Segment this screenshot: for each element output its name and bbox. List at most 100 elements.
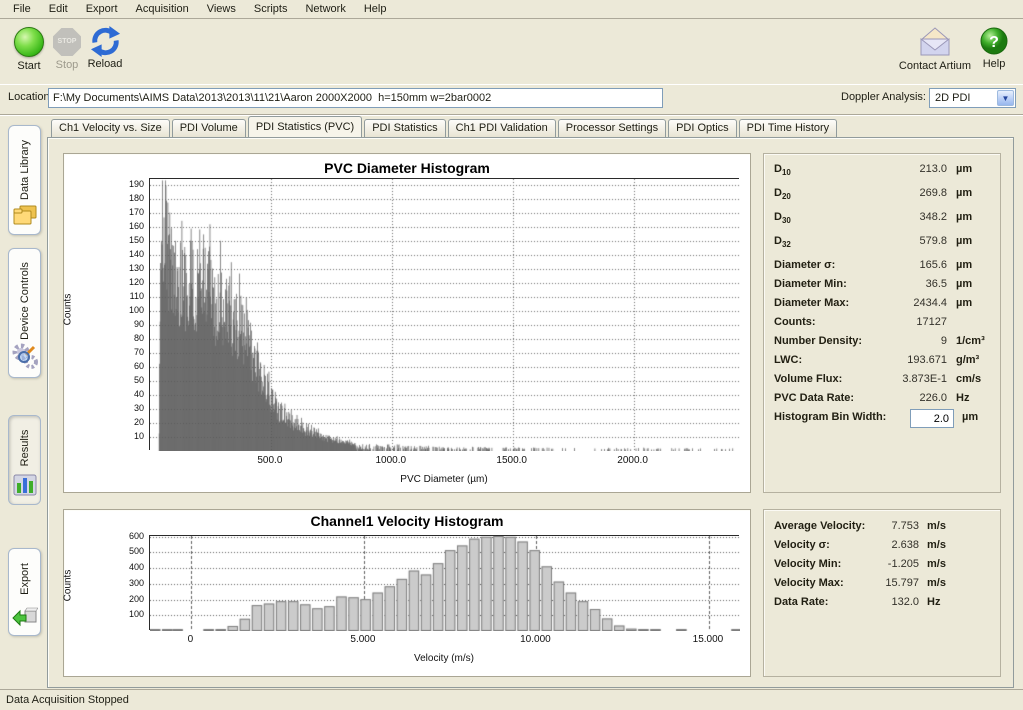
- gears-magnifier-icon: [12, 343, 38, 372]
- sidebar-item-export[interactable]: Export: [8, 548, 41, 636]
- stat-label: PVC Data Rate:: [774, 392, 854, 404]
- pvc-histogram-canvas: [150, 179, 740, 451]
- tab-ch1-velocity-vs-size[interactable]: Ch1 Velocity vs. Size: [51, 119, 170, 137]
- pvc-xtick-label: 2000.0: [608, 455, 658, 466]
- stop-label: Stop: [49, 59, 85, 71]
- stat-row: Velocity Min:-1.205m/s: [764, 556, 1000, 575]
- stat-value: 2434.4: [854, 297, 947, 309]
- velocity-ytick-label: 200: [114, 594, 144, 604]
- pvc-ytick-label: 20: [114, 417, 144, 427]
- stop-icon: STOP: [53, 28, 81, 56]
- menu-edit[interactable]: Edit: [40, 1, 77, 17]
- pvc-chart-title: PVC Diameter Histogram: [64, 160, 750, 176]
- stat-row: D10213.0µm: [764, 161, 1000, 185]
- pvc-ytick-label: 60: [114, 361, 144, 371]
- velocity-xtick-label: 5.000: [338, 634, 388, 645]
- tab-pdi-optics[interactable]: PDI Optics: [668, 119, 737, 137]
- sidebar-item-label: Device Controls: [19, 262, 31, 340]
- stat-value: 579.8: [854, 235, 947, 247]
- stat-label: Counts:: [774, 316, 816, 328]
- menu-acquisition[interactable]: Acquisition: [127, 1, 198, 17]
- stat-label: Diameter σ:: [774, 259, 835, 271]
- stat-label: Volume Flux:: [774, 373, 842, 385]
- doppler-analysis-select[interactable]: 2D PDI ▼: [929, 88, 1016, 108]
- pvc-ytick-label: 190: [114, 179, 144, 189]
- stat-value: 36.5: [854, 278, 947, 290]
- velocity-chart-title: Channel1 Velocity Histogram: [64, 513, 750, 529]
- sidebar-item-data-library[interactable]: Data Library: [8, 125, 41, 235]
- stat-row: D20269.8µm: [764, 185, 1000, 209]
- menu-help[interactable]: Help: [355, 1, 396, 17]
- stat-value: 193.671: [854, 354, 947, 366]
- stop-button[interactable]: STOP Stop: [49, 27, 85, 71]
- pvc-ytick-label: 50: [114, 375, 144, 385]
- histogram-bin-width-input[interactable]: [910, 409, 954, 428]
- sidebar-item-results[interactable]: Results: [8, 415, 41, 505]
- diameter-stats-panel: D10213.0µmD20269.8µmD30348.2µmD32579.8µm…: [763, 153, 1001, 493]
- pvc-xtick-label: 1500.0: [487, 455, 537, 466]
- pvc-plot-area: [149, 178, 739, 450]
- pvc-ytick-label: 150: [114, 235, 144, 245]
- toolbar: Start STOP Stop Reload: [0, 20, 1023, 82]
- stat-row: Velocity Max:15.797m/s: [764, 575, 1000, 594]
- svg-text:?: ?: [989, 34, 999, 51]
- stat-label: Velocity Max:: [774, 577, 844, 589]
- menu-scripts[interactable]: Scripts: [245, 1, 297, 17]
- velocity-histogram-panel: Channel1 Velocity Histogram Counts 10020…: [63, 509, 751, 677]
- velocity-plot-area: [149, 535, 739, 630]
- menu-export[interactable]: Export: [77, 1, 127, 17]
- stat-row: Diameter Min:36.5µm: [764, 276, 1000, 295]
- menu-bar: File Edit Export Acquisition Views Scrip…: [0, 0, 1023, 19]
- chevron-down-icon[interactable]: ▼: [997, 90, 1014, 106]
- stat-value: 2.638: [854, 539, 919, 551]
- menu-file[interactable]: File: [4, 1, 40, 17]
- location-input[interactable]: [48, 88, 663, 108]
- contact-artium-button[interactable]: Contact Artium: [898, 26, 972, 72]
- stat-unit: g/m³: [956, 354, 979, 366]
- velocity-yaxis-title: Counts: [62, 570, 73, 602]
- pvc-xtick-label: 500.0: [245, 455, 295, 466]
- pvc-ytick-label: 120: [114, 277, 144, 287]
- stat-label: LWC:: [774, 354, 802, 366]
- stat-unit: m/s: [927, 539, 946, 551]
- velocity-histogram-canvas: [150, 536, 740, 631]
- pvc-ytick-label: 90: [114, 319, 144, 329]
- status-text: Data Acquisition Stopped: [6, 694, 129, 706]
- pvc-ytick-label: 130: [114, 263, 144, 273]
- velocity-ytick-label: 400: [114, 562, 144, 572]
- stat-value: -1.205: [854, 558, 919, 570]
- help-button[interactable]: ? Help: [975, 26, 1013, 70]
- tab-pdi-statistics-pvc[interactable]: PDI Statistics (PVC): [248, 116, 362, 137]
- stat-unit: µm: [956, 297, 972, 309]
- tab-pdi-time-history[interactable]: PDI Time History: [739, 119, 838, 137]
- tab-ch1-pdi-validation[interactable]: Ch1 PDI Validation: [448, 119, 556, 137]
- contact-artium-label: Contact Artium: [898, 60, 972, 72]
- tab-processor-settings[interactable]: Processor Settings: [558, 119, 666, 137]
- velocity-xtick-label: 15.000: [683, 634, 733, 645]
- velocity-stats-panel: Average Velocity:7.753m/s Velocity σ: 2.63…: [763, 509, 1001, 677]
- velocity-ytick-label: 500: [114, 546, 144, 556]
- reload-button[interactable]: Reload: [84, 26, 126, 70]
- stat-row: Number Density:91/cm³: [764, 333, 1000, 352]
- sidebar-item-label: Results: [19, 430, 31, 467]
- stat-label: D30: [774, 211, 791, 225]
- pvc-yaxis-title: Counts: [62, 294, 73, 326]
- velocity-xtick-label: 10.000: [510, 634, 560, 645]
- menu-network[interactable]: Network: [296, 1, 354, 17]
- menu-views[interactable]: Views: [198, 1, 245, 17]
- status-bar: Data Acquisition Stopped: [0, 689, 1023, 710]
- tab-pdi-volume[interactable]: PDI Volume: [172, 119, 246, 137]
- stat-row: Average Velocity:7.753m/s: [764, 518, 1000, 537]
- start-label: Start: [8, 60, 50, 72]
- folders-icon: [12, 204, 38, 229]
- start-button[interactable]: Start: [8, 27, 50, 72]
- pvc-ytick-label: 10: [114, 431, 144, 441]
- stat-row: Data Rate:132.0Hz: [764, 594, 1000, 613]
- main-panel: PVC Diameter Histogram Counts 1020304050…: [47, 137, 1014, 688]
- sidebar-item-device-controls[interactable]: Device Controls: [8, 248, 41, 378]
- pvc-ytick-label: 100: [114, 305, 144, 315]
- stat-label: D20: [774, 187, 791, 201]
- pvc-ytick-label: 70: [114, 347, 144, 357]
- stat-label: Velocity σ:: [774, 539, 830, 551]
- tab-pdi-statistics[interactable]: PDI Statistics: [364, 119, 445, 137]
